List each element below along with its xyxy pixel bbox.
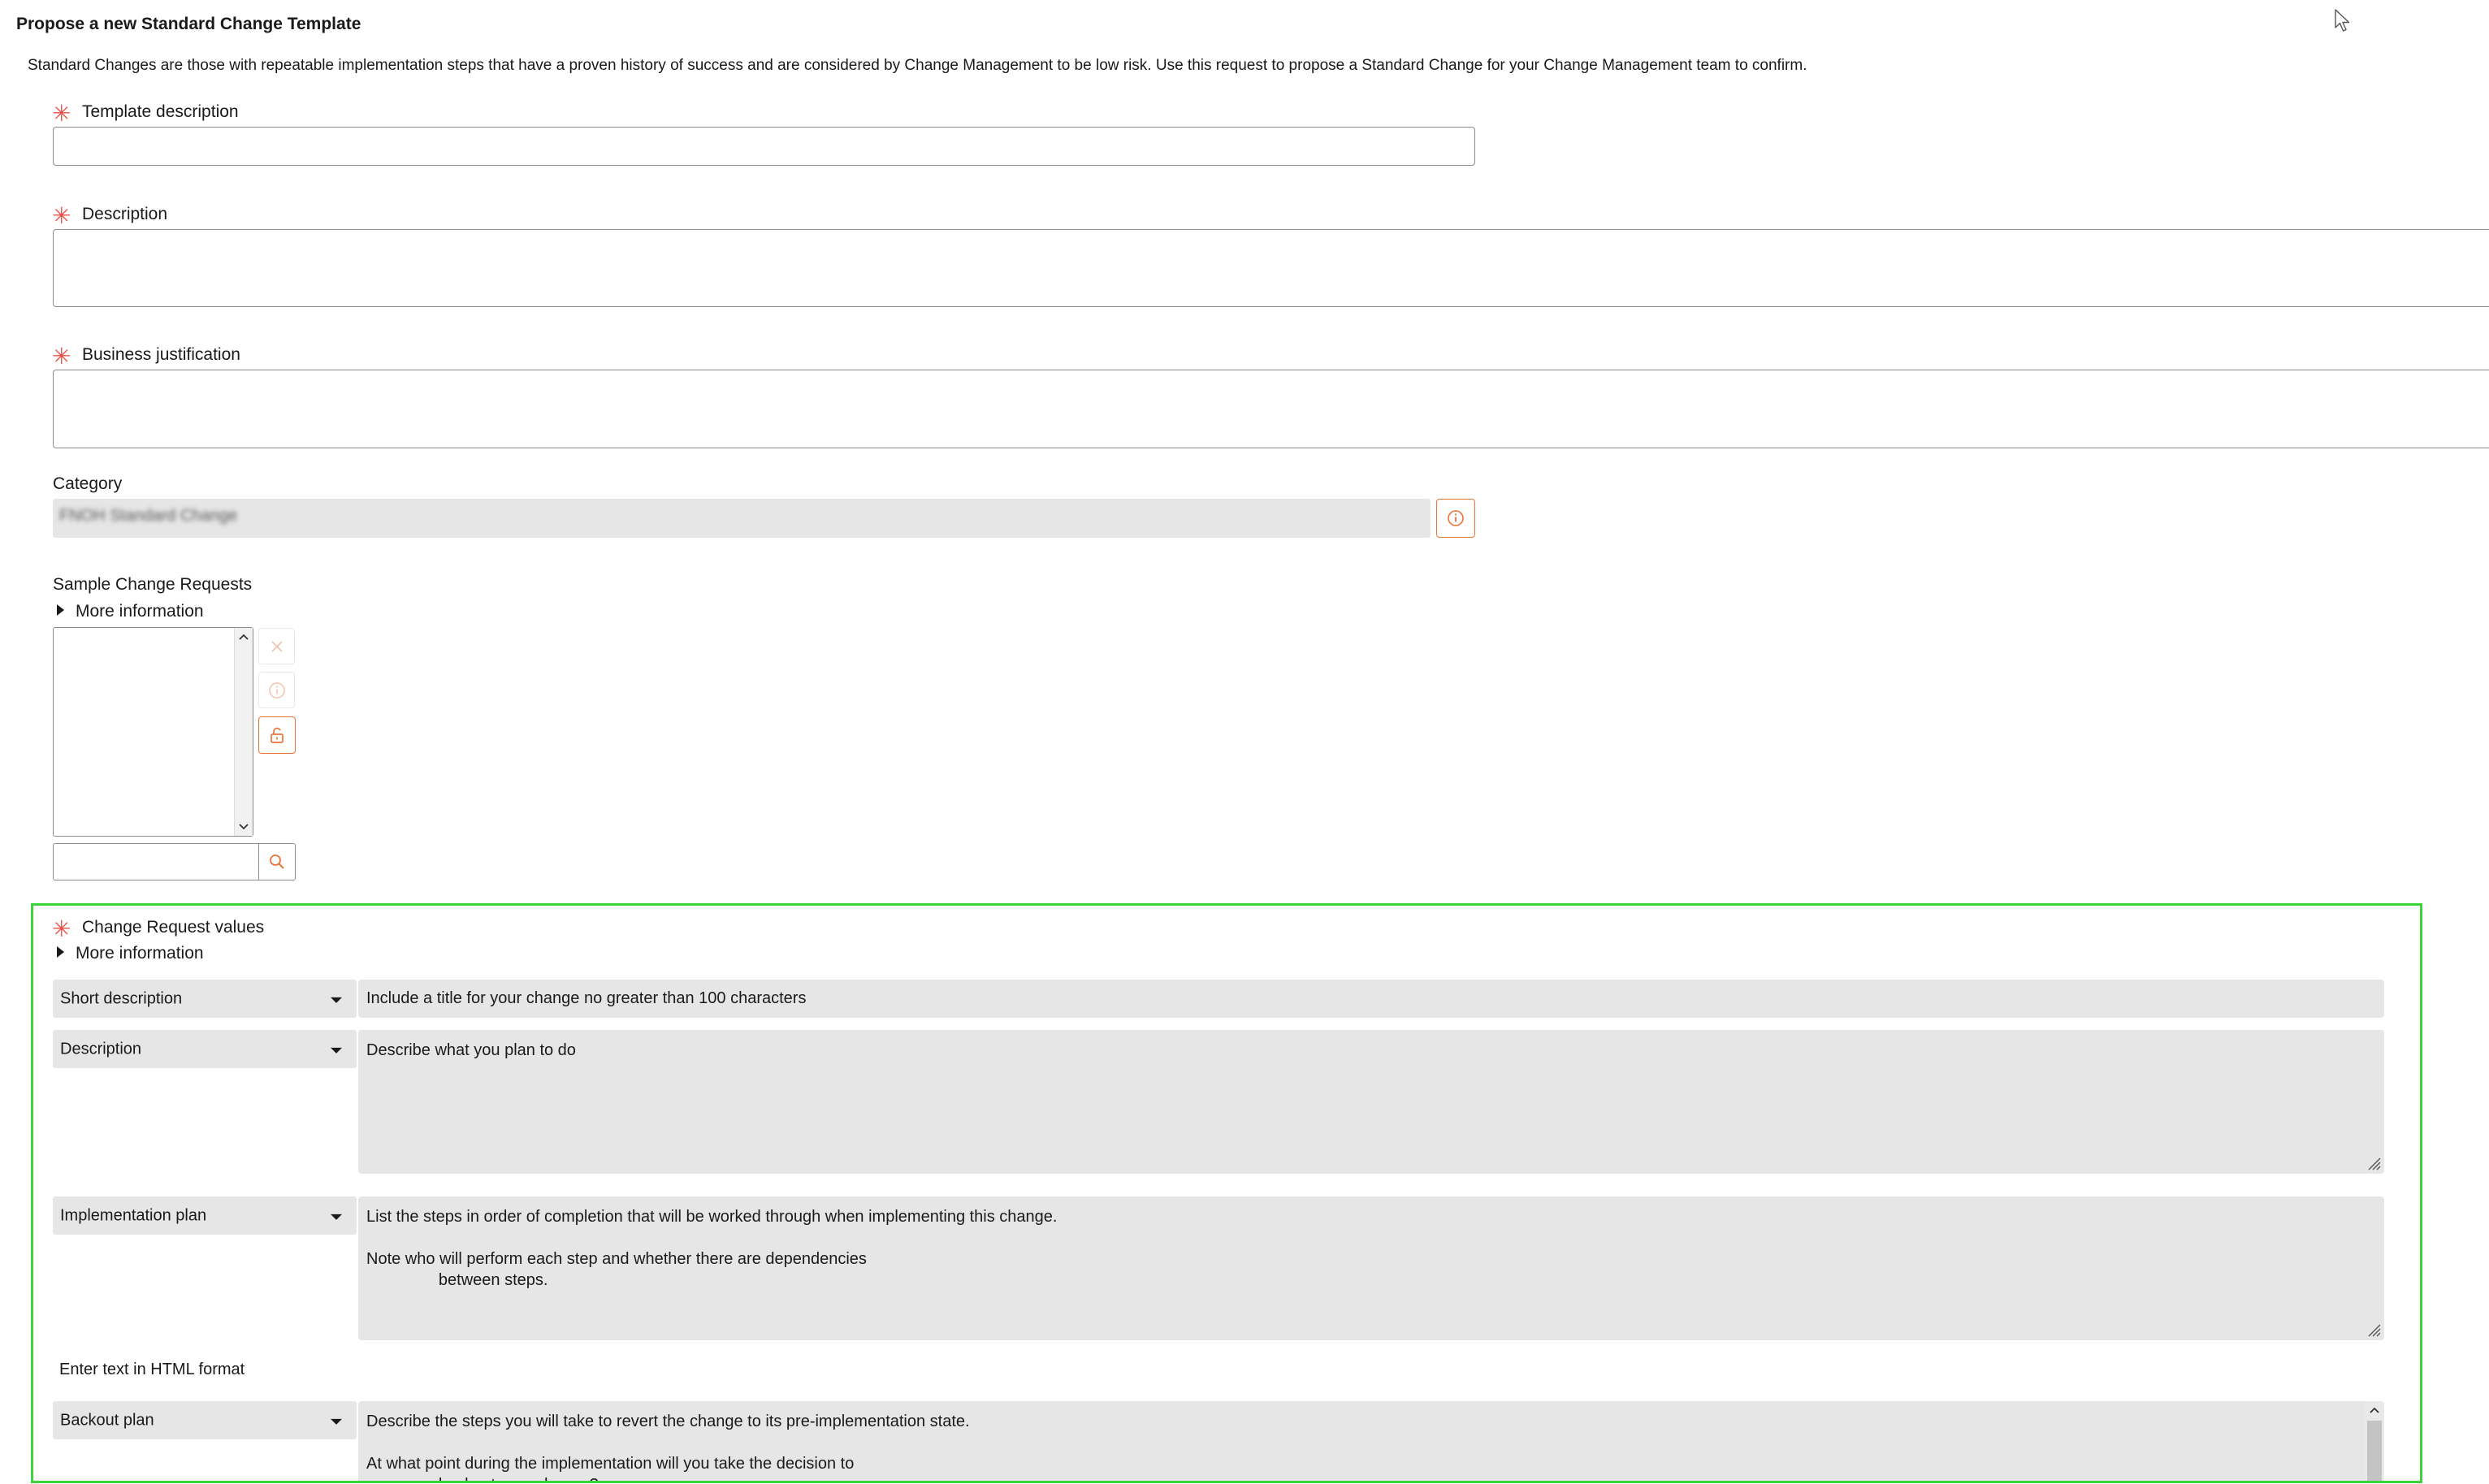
sample-more-information-toggle[interactable]: More information [57,602,204,621]
sample-change-requests-list[interactable] [53,627,253,837]
required-marker: ✳ [52,916,71,941]
value-text: Include a title for your change no great… [366,989,807,1007]
sample-search-input[interactable] [53,843,260,880]
value-textarea-description[interactable]: Describe what you plan to do [358,1030,2384,1174]
value-input-short-description[interactable]: Include a title for your change no great… [358,980,2384,1018]
category-label: Category [53,474,123,493]
resize-grip-icon[interactable] [2366,1322,2381,1337]
change-request-values-label: Change Request values [82,918,265,937]
value-text: List the steps in order of completion th… [366,1208,1058,1289]
search-icon [270,854,284,869]
crv-more-information-toggle[interactable]: More information [57,944,204,963]
expand-triangle-icon [57,946,64,958]
sample-info-button[interactable] [258,672,295,708]
resize-grip-icon[interactable] [2366,1156,2381,1170]
chevron-down-icon [331,1418,342,1425]
chevron-down-icon [331,1214,342,1220]
value-textarea-implementation-plan[interactable]: List the steps in order of completion th… [358,1196,2384,1340]
more-information-label: More information [76,944,204,963]
field-select-value: Short description [60,989,183,1007]
field-select-value: Implementation plan [60,1206,207,1224]
sample-change-requests-label: Sample Change Requests [53,575,253,594]
value-text: Describe what you plan to do [366,1041,576,1059]
field-select-description[interactable]: Description [53,1030,357,1068]
scroll-up-icon[interactable] [2369,1406,2380,1414]
field-select-short-description[interactable]: Short description [53,980,357,1018]
category-field[interactable]: FNOH Standard Change [53,499,1431,538]
remove-button[interactable] [258,628,295,664]
field-select-backout-plan[interactable]: Backout plan [53,1401,357,1439]
sample-search-button[interactable] [258,843,296,880]
business-justification-label: Business justification [82,345,240,364]
template-description-label: Template description [82,102,239,121]
unlock-icon [271,727,284,743]
intro-text: Standard Changes are those with repeatab… [28,57,1807,74]
category-value: FNOH Standard Change [59,507,238,525]
value-text: Describe the steps you will take to reve… [366,1413,970,1481]
required-marker: ✳ [52,203,71,228]
field-select-implementation-plan[interactable]: Implementation plan [53,1196,357,1235]
description-label: Description [82,205,168,223]
scroll-up-icon[interactable] [238,633,249,641]
textarea-scrollbar[interactable] [2365,1401,2384,1481]
mouse-cursor-icon [2335,9,2350,32]
expand-triangle-icon [57,604,64,617]
close-icon [271,640,283,652]
value-textarea-backout-plan[interactable]: Describe the steps you will take to reve… [358,1401,2384,1481]
info-icon [268,681,285,699]
scrollbar-thumb[interactable] [2367,1421,2382,1481]
field-select-value: Description [60,1040,142,1058]
more-information-label: More information [76,602,204,621]
template-description-input[interactable] [53,127,1475,166]
chevron-down-icon [331,1047,342,1054]
description-textarea[interactable] [53,229,2489,307]
scroll-down-icon[interactable] [238,823,249,831]
category-info-button[interactable] [1436,499,1475,538]
list-scrollbar[interactable] [234,628,253,836]
required-marker: ✳ [52,344,71,369]
field-select-value: Backout plan [60,1411,154,1429]
chevron-down-icon [331,997,342,1003]
html-format-hint: Enter text in HTML format [59,1361,245,1378]
required-marker: ✳ [52,101,71,126]
info-icon [1448,510,1464,526]
page-title: Propose a new Standard Change Template [16,15,361,33]
business-justification-textarea[interactable] [53,370,2489,448]
unlock-button[interactable] [258,716,296,754]
